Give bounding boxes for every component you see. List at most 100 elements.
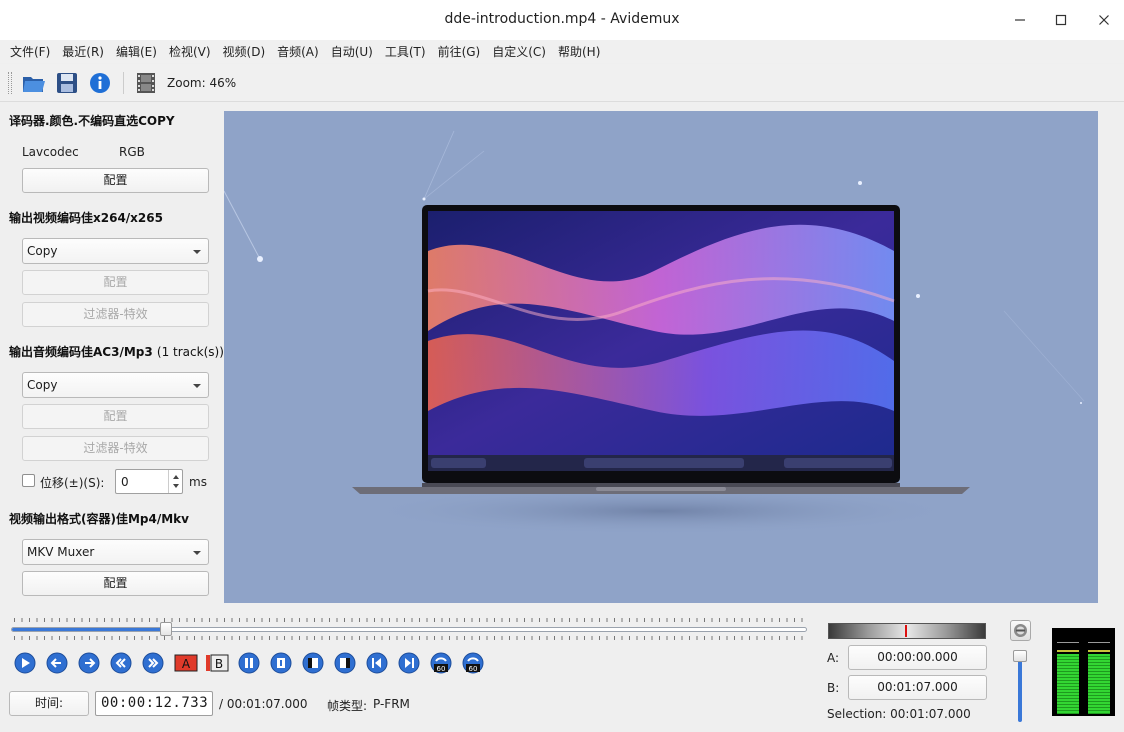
settings-panel: 译码器.颜色.不编码直选COPY Lavcodec RGB 配置 输出视频编码佳… <box>0 103 224 608</box>
playback-area: A B 60 60 时间: 00:00:12.733 / 00:01:07.00… <box>0 608 1124 732</box>
meter-right-channel <box>1088 654 1110 714</box>
svg-text:B: B <box>215 657 223 671</box>
menu-recent[interactable]: 最近(R) <box>56 43 110 60</box>
decoder-color: RGB <box>119 145 145 159</box>
video-codec-value: Copy <box>27 244 58 258</box>
menu-video[interactable]: 视频(D) <box>217 43 272 60</box>
jog-indicator <box>905 625 907 637</box>
close-button[interactable] <box>1090 8 1118 32</box>
set-marker-a-icon: A <box>174 654 198 672</box>
timeline-ticks-bottom <box>14 636 804 640</box>
set-marker-b-button[interactable]: B <box>205 652 229 674</box>
audio-shift-label: 位移(±)(S): <box>40 476 105 490</box>
meter-left-marker <box>1057 642 1079 643</box>
chevron-down-icon <box>193 250 201 254</box>
menu-audio[interactable]: 音频(A) <box>271 43 325 60</box>
rewind-button[interactable] <box>46 652 68 674</box>
timeline-progress <box>12 628 167 631</box>
menu-edit[interactable]: 编辑(E) <box>110 43 163 60</box>
meter-left-peak <box>1057 650 1079 652</box>
audio-shift-value: 0 <box>121 475 129 489</box>
window-title: dde-introduction.mp4 - Avidemux <box>444 11 680 27</box>
video-preview <box>224 111 1098 603</box>
menu-custom[interactable]: 自定义(C) <box>486 43 552 60</box>
info-button[interactable] <box>88 71 112 95</box>
menu-help[interactable]: 帮助(H) <box>552 43 606 60</box>
close-icon <box>1099 15 1109 25</box>
prev-cut-button[interactable] <box>238 652 260 674</box>
audio-track-count: (1 track(s)) <box>156 345 224 359</box>
save-disk-icon <box>57 72 77 93</box>
zoom-label: Zoom: 46% <box>167 75 237 90</box>
next-frame-button[interactable] <box>142 652 164 674</box>
menu-tools[interactable]: 工具(T) <box>379 43 432 60</box>
spin-buttons[interactable] <box>168 470 182 493</box>
minimize-button[interactable] <box>1006 8 1034 32</box>
marker-b-field[interactable]: 00:01:07.000 <box>848 675 987 700</box>
next-frame-icon <box>142 652 164 674</box>
audio-codec-select[interactable]: Copy <box>22 372 209 398</box>
video-config-button[interactable]: 配置 <box>22 270 209 295</box>
marker-a-field[interactable]: 00:00:00.000 <box>848 645 987 670</box>
muxer-config-button[interactable]: 配置 <box>22 571 209 596</box>
audio-filters-button[interactable]: 过滤器-特效 <box>22 436 209 461</box>
total-time: / 00:01:07.000 <box>219 697 308 711</box>
current-time-field[interactable]: 00:00:12.733 <box>95 691 213 716</box>
video-frame-image <box>224 130 1085 535</box>
next-keyframe-button[interactable] <box>398 652 420 674</box>
timeline-slider[interactable] <box>11 627 807 632</box>
volume-button[interactable] <box>1010 620 1031 641</box>
audio-codec-value: Copy <box>27 378 58 392</box>
info-icon <box>90 72 110 93</box>
open-button[interactable] <box>22 71 46 95</box>
audio-output-heading: 输出音频编码佳AC3/Mp3 (1 track(s)) <box>9 343 224 360</box>
menu-view[interactable]: 检视(V) <box>163 43 217 60</box>
set-marker-a-button[interactable]: A <box>174 652 198 674</box>
chevron-down-icon <box>193 384 201 388</box>
forward-button[interactable] <box>78 652 100 674</box>
marker-b-label: B: <box>827 681 840 695</box>
audio-shift-spinbox[interactable]: 0 <box>115 469 183 494</box>
play-button[interactable] <box>14 652 36 674</box>
time-button[interactable]: 时间: <box>9 691 89 716</box>
menu-go[interactable]: 前往(G) <box>432 43 487 60</box>
next-cut-button[interactable] <box>270 652 292 674</box>
timeline-handle[interactable] <box>160 622 173 636</box>
prev-keyframe-icon <box>366 652 388 674</box>
goto-marker-a-icon <box>302 652 324 674</box>
toolbar: Zoom: 46% <box>0 64 1124 102</box>
spin-arrows-icon <box>173 475 179 488</box>
audio-config-button[interactable]: 配置 <box>22 404 209 429</box>
menu-auto[interactable]: 自动(U) <box>325 43 379 60</box>
prev-frame-button[interactable] <box>110 652 132 674</box>
maximize-button[interactable] <box>1047 8 1075 32</box>
goto-marker-a-button[interactable] <box>302 652 324 674</box>
video-codec-select[interactable]: Copy <box>22 238 209 264</box>
meter-right-peak <box>1088 650 1110 652</box>
jog-shuttle[interactable] <box>828 623 986 639</box>
next-keyframe-icon <box>398 652 420 674</box>
decoder-codec: Lavcodec <box>22 145 79 159</box>
prev-cut-icon <box>238 652 260 674</box>
svg-text:A: A <box>182 657 191 671</box>
audio-shift-checkbox[interactable] <box>22 474 35 487</box>
back-60s-button[interactable]: 60 <box>430 652 452 674</box>
frame-type-label: 帧类型: <box>327 699 368 713</box>
save-button[interactable] <box>55 71 79 95</box>
goto-marker-b-button[interactable] <box>334 652 356 674</box>
video-filters-button[interactable]: 过滤器-特效 <box>22 302 209 327</box>
audio-shift-unit: ms <box>189 475 207 489</box>
menu-file[interactable]: 文件(F) <box>4 43 56 60</box>
toolbar-grip[interactable] <box>8 71 12 94</box>
prev-keyframe-button[interactable] <box>366 652 388 674</box>
filmstrip-button[interactable] <box>134 71 158 95</box>
marker-a-label: A: <box>827 651 840 665</box>
forward-60s-button[interactable]: 60 <box>462 652 484 674</box>
muxer-select[interactable]: MKV Muxer <box>22 539 209 565</box>
next-cut-icon <box>270 652 292 674</box>
volume-handle[interactable] <box>1013 650 1027 662</box>
decoder-config-button[interactable]: 配置 <box>22 168 209 193</box>
speaker-icon <box>1014 624 1027 637</box>
set-marker-b-icon: B <box>206 654 229 672</box>
audio-level-meter <box>1052 628 1115 716</box>
